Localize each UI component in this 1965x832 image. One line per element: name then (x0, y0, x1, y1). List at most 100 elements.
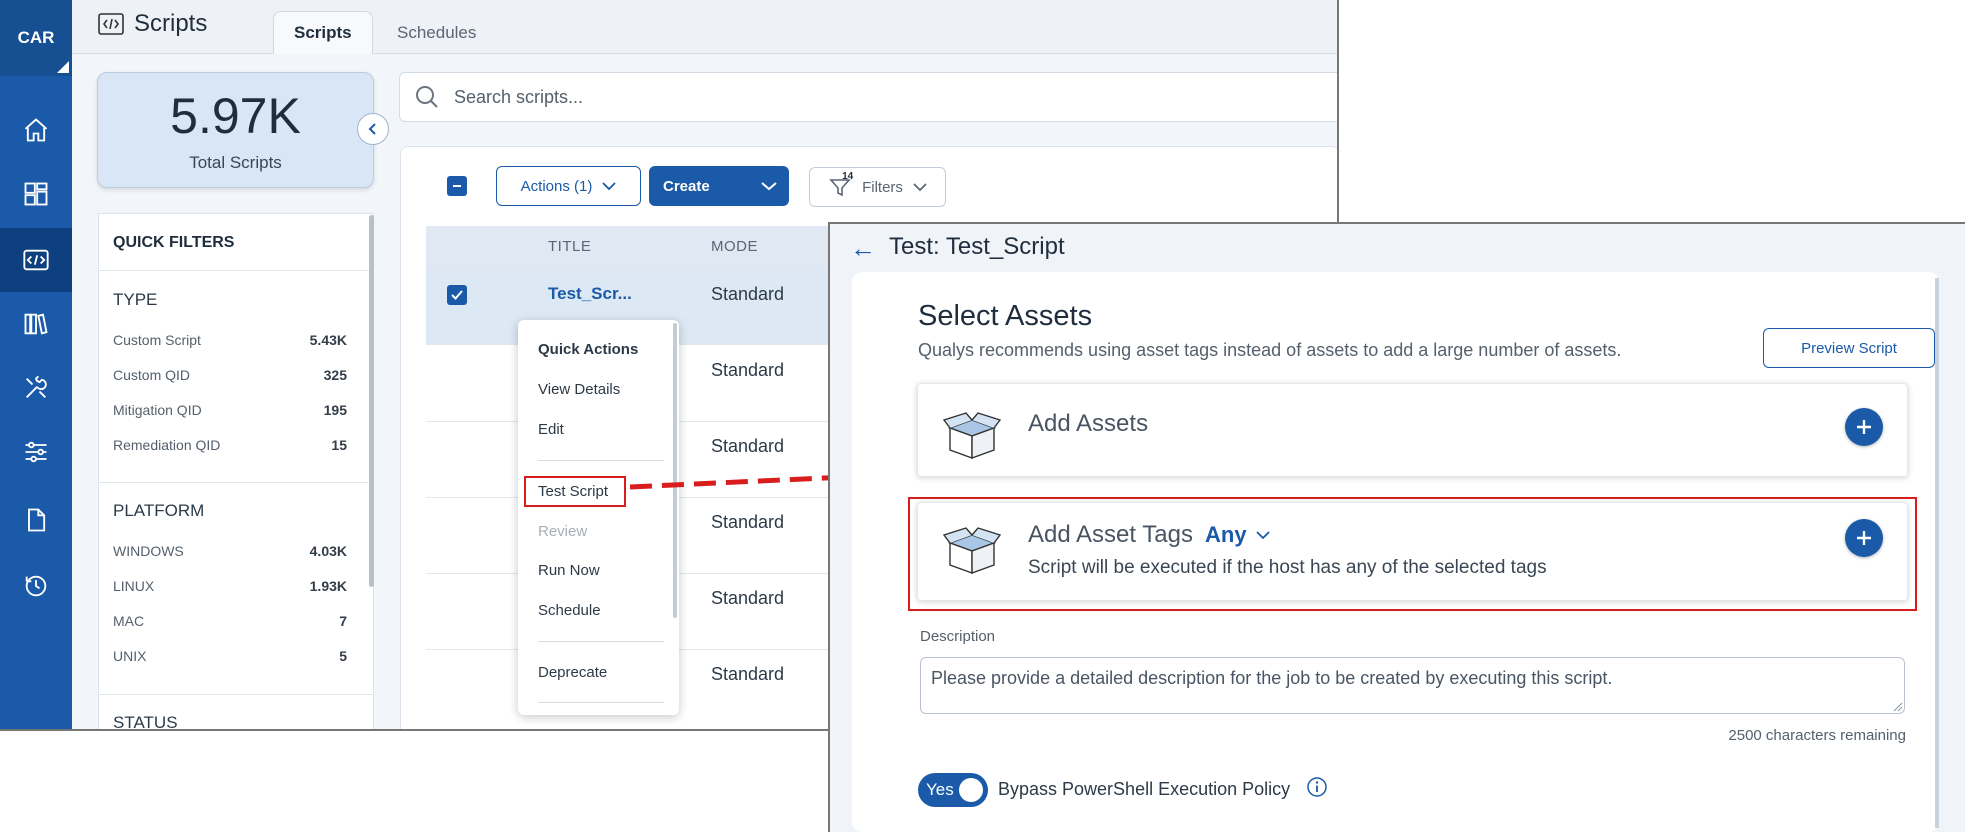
chevron-left-icon (368, 123, 376, 135)
quick-filters-title: QUICK FILTERS (113, 234, 235, 251)
script-title-link[interactable]: Test_Scr... (548, 284, 632, 304)
left-nav-rail: CAR (0, 0, 72, 729)
divider (99, 694, 373, 695)
menu-item-review: Review (538, 523, 588, 540)
toggle-knob (959, 778, 983, 802)
mode-cell: Standard (711, 436, 785, 456)
chevron-down-icon (602, 182, 616, 191)
document-icon[interactable] (0, 488, 72, 552)
total-scripts-card: 5.97K Total Scripts (97, 72, 374, 188)
filter-row-unix[interactable]: UNIX 5 (113, 648, 347, 668)
filters-scrollbar[interactable] (369, 215, 374, 587)
card-scrollbar[interactable] (1935, 278, 1939, 828)
mode-cell: Standard (711, 512, 785, 532)
preview-script-button[interactable]: Preview Script (1763, 328, 1935, 368)
quick-filters-panel: QUICK FILTERS TYPE Custom Script 5.43K Cu… (98, 213, 374, 729)
filter-label: Custom Script (113, 332, 201, 348)
top-bar (72, 0, 1337, 54)
description-textarea[interactable]: Please provide a detailed description fo… (920, 657, 1905, 714)
filter-row-mitigation-qid[interactable]: Mitigation QID 195 (113, 402, 347, 422)
column-header-mode[interactable]: MODE (711, 238, 758, 255)
filter-label: LINUX (113, 578, 155, 594)
library-icon[interactable] (0, 292, 72, 356)
search-input[interactable] (452, 85, 1256, 109)
filters-button-label: Filters (862, 178, 903, 196)
toggle-label: Yes (926, 780, 954, 799)
settings-sliders-icon[interactable] (0, 420, 72, 484)
filter-label: Mitigation QID (113, 402, 202, 418)
mode-cell: Standard (711, 664, 785, 684)
description-label: Description (920, 628, 996, 645)
app-logo-text: CAR (17, 28, 55, 47)
menu-item-deprecate[interactable]: Deprecate (538, 664, 607, 681)
asset-tags-highlight (908, 497, 1917, 611)
filter-count: 325 (323, 367, 347, 383)
filter-label: MAC (113, 613, 145, 629)
filter-row-mac[interactable]: MAC 7 (113, 613, 347, 633)
checkmark-icon (451, 290, 463, 300)
quick-actions-menu: Quick Actions View Details Edit Test Scr… (518, 320, 679, 715)
tab-schedules-label: Schedules (397, 22, 477, 42)
panel-title: Test: Test_Script (889, 233, 1065, 260)
menu-item-run-now[interactable]: Run Now (538, 562, 600, 579)
filter-row-windows[interactable]: WINDOWS 4.03K (113, 543, 347, 563)
add-assets-box[interactable]: Add Assets (917, 383, 1908, 477)
select-assets-title: Select Assets (918, 300, 1093, 332)
filter-count: 195 (323, 402, 347, 418)
page-title: Scripts (98, 10, 207, 38)
home-icon[interactable] (0, 98, 72, 162)
bypass-policy-toggle[interactable]: Yes (918, 773, 988, 807)
menu-item-view-details[interactable]: View Details (538, 381, 620, 398)
filter-label: WINDOWS (113, 543, 184, 559)
actions-button[interactable]: Actions (1) (496, 166, 641, 206)
collapse-panel-button[interactable] (357, 113, 389, 145)
column-header-title[interactable]: TITLE (548, 238, 591, 255)
box-icon (942, 412, 1002, 459)
search-bar[interactable] (399, 72, 1337, 122)
logo-menu-corner-icon (57, 61, 69, 73)
tab-scripts[interactable]: Scripts (273, 11, 373, 54)
menu-item-edit[interactable]: Edit (538, 421, 564, 438)
chevron-down-icon (761, 182, 777, 191)
filter-row-custom-script[interactable]: Custom Script 5.43K (113, 332, 347, 352)
divider (99, 270, 373, 271)
mode-cell: Standard (711, 284, 785, 304)
filter-label: Remediation QID (113, 437, 221, 453)
mode-cell: Standard (711, 360, 785, 380)
platform-section-title: PLATFORM (113, 501, 205, 520)
add-assets-plus-button[interactable] (1845, 408, 1883, 446)
scripts-title-icon (98, 13, 124, 35)
app-logo[interactable]: CAR (0, 0, 72, 76)
indeterminate-icon (453, 185, 461, 187)
bypass-policy-label: Bypass PowerShell Execution Policy (998, 779, 1291, 799)
menu-separator (538, 702, 664, 703)
resize-handle-icon[interactable] (1893, 702, 1903, 712)
menu-item-schedule[interactable]: Schedule (538, 602, 601, 619)
filters-button[interactable]: 14 Filters (809, 167, 946, 207)
filter-count: 4.03K (309, 543, 347, 559)
dashboard-icon[interactable] (0, 162, 72, 226)
menu-separator (538, 641, 664, 642)
info-icon[interactable] (1306, 776, 1328, 798)
filter-row-linux[interactable]: LINUX 1.93K (113, 578, 347, 598)
back-arrow-icon[interactable]: ← (850, 233, 876, 264)
filter-label: UNIX (113, 648, 147, 664)
filter-label: Custom QID (113, 367, 191, 383)
tab-scripts-label: Scripts (294, 23, 352, 42)
filter-row-custom-qid[interactable]: Custom QID 325 (113, 367, 347, 387)
filters-count-badge: 14 (842, 171, 854, 182)
filter-count: 1.93K (309, 578, 347, 594)
scripts-icon[interactable] (0, 228, 72, 292)
history-icon[interactable] (0, 554, 72, 618)
select-all-checkbox[interactable] (447, 176, 467, 196)
tools-icon[interactable] (0, 356, 72, 420)
create-button[interactable]: Create (649, 166, 789, 206)
mode-cell: Standard (711, 588, 785, 608)
filter-count: 15 (331, 437, 347, 453)
total-scripts-value: 5.97K (170, 88, 301, 144)
filter-funnel-icon: 14 (828, 171, 853, 199)
filter-row-remediation-qid[interactable]: Remediation QID 15 (113, 437, 347, 457)
tab-schedules[interactable]: Schedules (377, 11, 496, 54)
row-checkbox[interactable] (447, 285, 467, 305)
create-button-label: Create (663, 177, 710, 195)
